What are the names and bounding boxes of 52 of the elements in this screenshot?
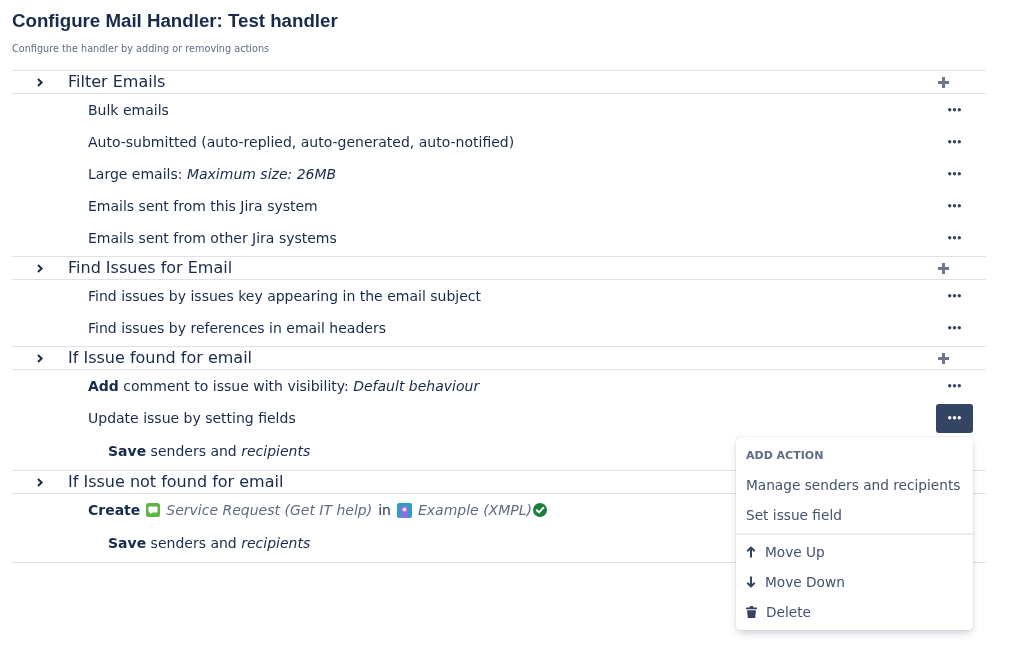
plus-icon — [938, 76, 949, 88]
ellipsis-icon — [948, 294, 961, 298]
menu-item[interactable]: Move Up — [736, 536, 973, 567]
action-text: Save senders and recipients — [108, 534, 311, 552]
action-text: Large emails: Maximum size: 26MB — [88, 165, 337, 183]
section-title: Filter Emails — [68, 71, 166, 93]
action-verb: Create — [88, 501, 141, 519]
plus-icon — [938, 352, 949, 364]
page-title: Configure Mail Handler: Test handler — [12, 9, 339, 33]
action-text: Emails sent from this Jira system — [88, 197, 318, 215]
action-text: Add comment to issue with visibility: Default behaviour — [88, 377, 480, 395]
menu-item[interactable]: Manage senders and recipients — [736, 469, 973, 500]
action-text: Update issue by setting fields — [88, 409, 296, 427]
arrow-down-icon — [746, 575, 756, 588]
ellipsis-icon — [948, 416, 961, 420]
action-text: Find issues by references in email headers — [88, 319, 386, 337]
menu-item[interactable]: Delete — [736, 596, 973, 627]
project-avatar-icon — [396, 502, 412, 518]
page-description: Configure the handler by adding or removing actions — [12, 42, 271, 56]
chevron-icon[interactable] — [37, 477, 43, 487]
ellipsis-icon — [948, 326, 961, 330]
plus-icon — [938, 262, 949, 274]
action-text: Auto-submitted (auto-replied, auto-generated, auto-notified) — [88, 133, 515, 151]
section-title: If Issue not found for email — [68, 471, 284, 493]
ellipsis-icon — [948, 384, 961, 388]
connector-text: in — [378, 501, 391, 519]
ellipsis-icon — [948, 172, 961, 176]
request-type-name: Service Request (Get IT help) — [166, 501, 373, 519]
section-title: Find Issues for Email — [68, 257, 233, 279]
section-title: If Issue found for email — [68, 347, 253, 369]
ellipsis-icon — [948, 204, 961, 208]
menu-item[interactable]: Move Down — [736, 566, 973, 597]
ellipsis-icon — [948, 140, 961, 144]
arrow-up-icon — [746, 545, 756, 558]
action-text: Emails sent from other Jira systems — [88, 229, 337, 247]
action-text: Find issues by issues key appearing in the email subject — [88, 287, 481, 305]
chevron-icon[interactable] — [37, 77, 43, 87]
chevron-icon[interactable] — [37, 353, 43, 363]
speech-bubble-icon — [146, 503, 161, 517]
menu-heading: ADD ACTION — [745, 448, 825, 463]
ellipsis-icon — [948, 236, 961, 240]
project-name: Example (XMPL) — [417, 501, 532, 519]
menu-item[interactable]: Set issue field — [736, 499, 973, 530]
action-text: Bulk emails — [88, 101, 169, 119]
ellipsis-icon — [948, 108, 961, 112]
add-action-button[interactable] — [936, 74, 951, 90]
trash-icon — [746, 605, 757, 618]
add-action-button[interactable] — [936, 350, 951, 366]
action-text: Save senders and recipients — [108, 442, 311, 460]
more-actions-button[interactable] — [936, 403, 973, 433]
chevron-icon[interactable] — [37, 263, 43, 273]
add-action-button[interactable] — [936, 260, 951, 276]
